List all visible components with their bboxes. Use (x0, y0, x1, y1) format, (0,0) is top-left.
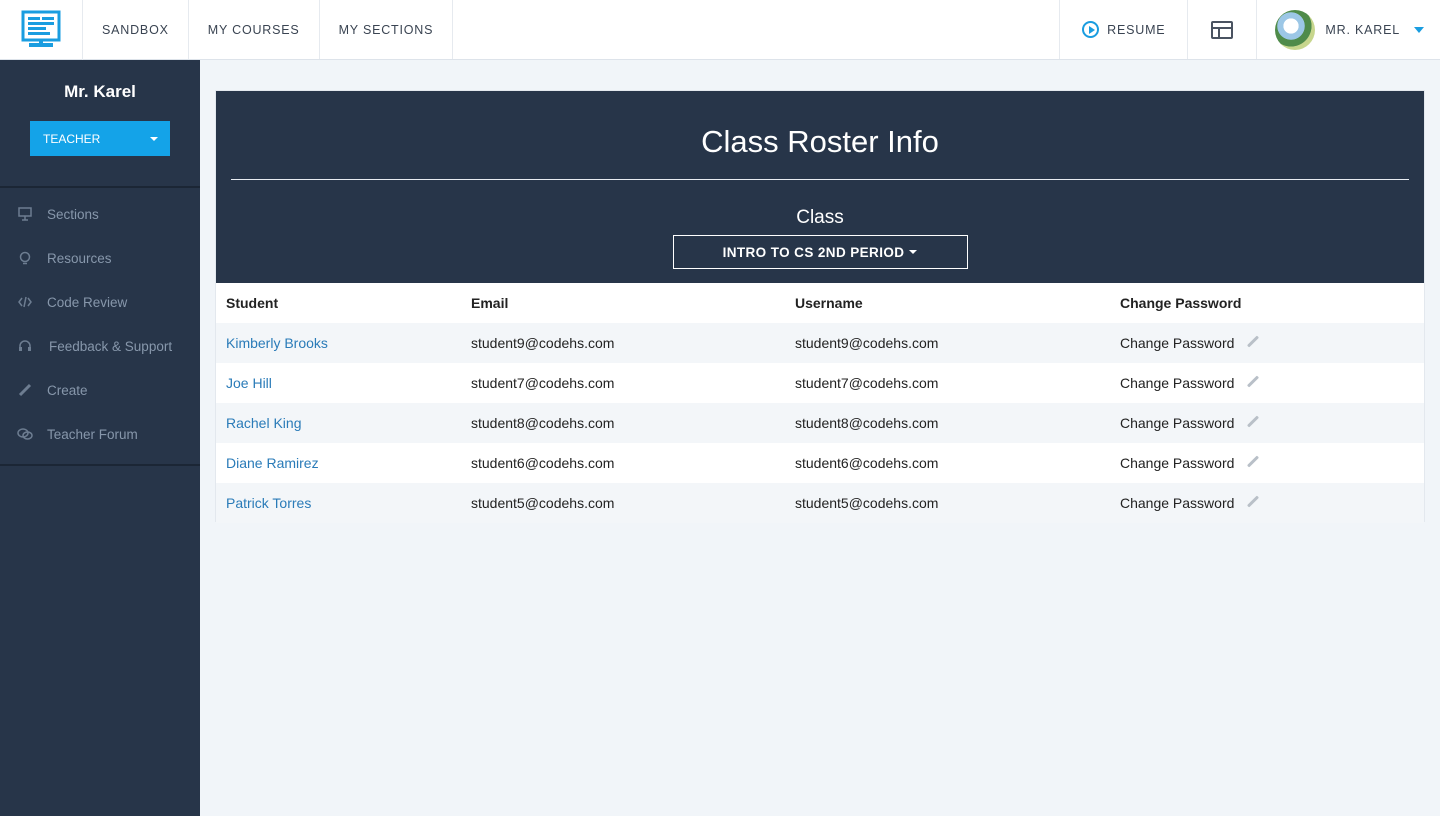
sidebar-user-name: Mr. Karel (64, 82, 136, 101)
column-header-change-password: Change Password (1120, 295, 1242, 311)
sidebar: Mr. Karel TEACHER Sections Resources Cod… (0, 60, 200, 816)
nav-my-sections[interactable]: MY SECTIONS (320, 0, 454, 59)
table-row: Patrick Torres student5@codehs.com stude… (216, 483, 1424, 523)
sidebar-item-label: Teacher Forum (47, 426, 138, 442)
column-header-email: Email (471, 295, 509, 311)
resume-button[interactable]: RESUME (1059, 0, 1187, 59)
sidebar-item-resources[interactable]: Resources (0, 236, 200, 280)
change-password-label: Change Password (1120, 335, 1235, 351)
change-password-label: Change Password (1120, 375, 1235, 391)
student-username: student9@codehs.com (795, 335, 939, 351)
sidebar-item-label: Create (47, 382, 88, 398)
student-name-link[interactable]: Kimberly Brooks (226, 335, 328, 351)
top-navbar: SANDBOX MY COURSES MY SECTIONS RESUME MR… (0, 0, 1440, 60)
table-header-row: Student Email Username Change Password (216, 283, 1424, 323)
student-username: student6@codehs.com (795, 455, 939, 471)
student-name-link[interactable]: Joe Hill (226, 375, 272, 391)
window-toggle-button[interactable] (1187, 0, 1256, 59)
column-header-student: Student (226, 295, 279, 311)
student-email: student6@codehs.com (471, 455, 615, 471)
student-email: student8@codehs.com (471, 415, 615, 431)
class-select-value: INTRO TO CS 2ND PERIOD (722, 244, 905, 260)
student-name-link[interactable]: Diane Ramirez (226, 455, 319, 471)
browser-window-icon (1211, 20, 1234, 39)
column-header-username: Username (795, 295, 863, 311)
edit-pencil-icon[interactable] (1247, 374, 1260, 388)
sidebar-item-sections[interactable]: Sections (0, 192, 200, 236)
student-username: student7@codehs.com (795, 375, 939, 391)
sidebar-item-label: Feedback & Support (49, 338, 173, 354)
change-password-label: Change Password (1120, 455, 1235, 471)
headphones-icon (17, 338, 33, 354)
edit-pencil-icon[interactable] (1247, 454, 1260, 468)
table-row: Diane Ramirez student6@codehs.com studen… (216, 443, 1424, 483)
avatar (1275, 9, 1316, 50)
student-email: student7@codehs.com (471, 375, 615, 391)
resume-label: RESUME (1107, 22, 1166, 37)
page-title: Class Roster Info (701, 124, 939, 159)
role-label: TEACHER (43, 131, 101, 146)
lightbulb-icon (17, 250, 33, 266)
title-divider (231, 179, 1409, 180)
role-dropdown[interactable]: TEACHER (30, 121, 170, 156)
monitor-logo-icon (21, 10, 61, 47)
table-row: Joe Hill student7@codehs.com student7@co… (216, 363, 1424, 403)
sidebar-item-code-review[interactable]: Code Review (0, 280, 200, 324)
sidebar-item-create[interactable]: Create (0, 368, 200, 412)
edit-pencil-icon[interactable] (1247, 334, 1260, 348)
student-email: student9@codehs.com (471, 335, 615, 351)
student-email: student5@codehs.com (471, 495, 615, 511)
nav-sandbox[interactable]: SANDBOX (83, 0, 189, 59)
caret-down-icon (909, 250, 918, 254)
change-password-label: Change Password (1120, 415, 1235, 431)
user-menu[interactable]: MR. KAREL (1256, 0, 1440, 59)
play-circle-icon (1082, 21, 1100, 38)
chat-bubbles-icon (17, 426, 33, 442)
roster-header: Class Roster Info Class INTRO TO CS 2ND … (216, 91, 1424, 283)
edit-pencil-icon[interactable] (1247, 494, 1260, 508)
student-username: student5@codehs.com (795, 495, 939, 511)
table-row: Rachel King student8@codehs.com student8… (216, 403, 1424, 443)
caret-down-icon (150, 137, 158, 141)
roster-table: Student Email Username Change Password K… (216, 283, 1424, 523)
user-menu-label: MR. KAREL (1325, 22, 1400, 37)
class-select-dropdown[interactable]: INTRO TO CS 2ND PERIOD (672, 235, 968, 269)
class-label: Class (796, 207, 844, 228)
sidebar-item-feedback-support[interactable]: Feedback & Support (0, 324, 200, 368)
sidebar-item-label: Sections (47, 206, 99, 222)
class-roster-panel: Class Roster Info Class INTRO TO CS 2ND … (215, 90, 1425, 523)
change-password-label: Change Password (1120, 495, 1235, 511)
code-icon (17, 294, 33, 310)
pencil-icon (17, 382, 33, 398)
edit-pencil-icon[interactable] (1247, 414, 1260, 428)
codehs-logo[interactable] (0, 0, 83, 60)
student-name-link[interactable]: Patrick Torres (226, 495, 311, 511)
student-username: student8@codehs.com (795, 415, 939, 431)
chevron-down-icon (1414, 26, 1424, 33)
presentation-icon (17, 206, 33, 222)
student-name-link[interactable]: Rachel King (226, 415, 302, 431)
sidebar-item-label: Code Review (47, 294, 128, 310)
table-row: Kimberly Brooks student9@codehs.com stud… (216, 323, 1424, 363)
sidebar-item-label: Resources (47, 250, 112, 266)
nav-my-courses[interactable]: MY COURSES (189, 0, 320, 59)
sidebar-menu: Sections Resources Code Review Feedback … (0, 188, 200, 466)
sidebar-item-teacher-forum[interactable]: Teacher Forum (0, 412, 200, 456)
